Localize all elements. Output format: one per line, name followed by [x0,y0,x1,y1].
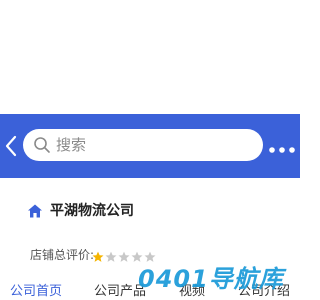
company-header: 平湖物流公司 [0,196,300,226]
header-bar: 搜索 [0,114,300,178]
home-icon [28,204,42,218]
search-input[interactable]: 搜索 [23,129,263,161]
star-empty-icon [105,251,117,262]
star-empty-icon [118,251,130,262]
top-blank-area [0,0,300,114]
search-placeholder: 搜索 [56,136,87,154]
search-icon [34,137,50,153]
more-dots-icon [269,147,295,153]
chevron-left-icon [5,135,17,157]
rating-label: 店铺总评价: [30,248,95,262]
more-button[interactable] [268,140,296,153]
tab-company-home[interactable]: 公司首页 [10,283,62,300]
page: 搜索 平湖物流公司 店铺总评价: 公司首页 公司产品 视频 公司介绍 0401导… [0,0,300,300]
watermark-text: 0401导航库 [138,265,284,293]
back-button[interactable] [2,134,20,158]
company-name: 平湖物流公司 [50,203,134,219]
star-filled-icon [92,251,104,262]
